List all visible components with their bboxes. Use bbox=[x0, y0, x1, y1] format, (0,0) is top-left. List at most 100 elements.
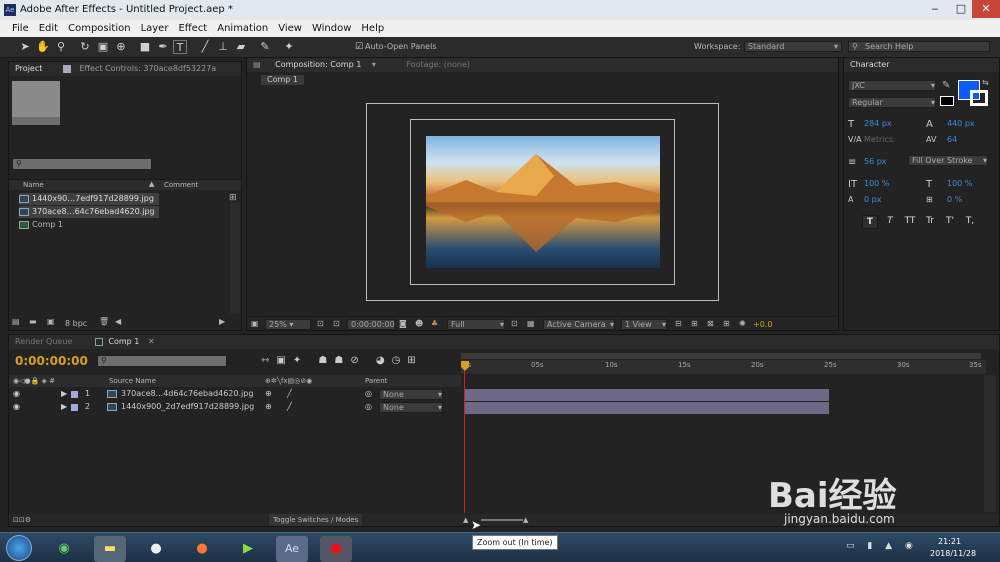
font-family-select[interactable]: JXC ▾ bbox=[848, 80, 936, 91]
exposure-icon[interactable]: ✺ bbox=[739, 319, 746, 328]
project-scrollbar[interactable] bbox=[230, 202, 240, 314]
parent-select[interactable]: None ▾ bbox=[379, 402, 443, 413]
col-comment[interactable]: Comment bbox=[164, 181, 198, 189]
always-preview-icon[interactable]: ▣ bbox=[251, 319, 259, 328]
tab-project[interactable]: Project bbox=[15, 64, 42, 73]
col-name[interactable]: Name bbox=[23, 181, 44, 189]
font-size-value[interactable]: 284 px bbox=[864, 119, 892, 128]
all-caps-button[interactable]: TT bbox=[902, 215, 918, 229]
firefox-icon[interactable]: ● bbox=[186, 536, 218, 562]
roto-brush-tool-icon[interactable]: ✎ bbox=[258, 40, 272, 54]
tab-composition[interactable]: Composition: Comp 1 bbox=[275, 60, 361, 69]
small-caps-button[interactable]: Tr bbox=[922, 215, 938, 229]
menu-help[interactable]: Help bbox=[361, 23, 384, 34]
show-snapshot-icon[interactable]: ☻ bbox=[415, 319, 423, 328]
file-explorer-icon[interactable]: ▬ bbox=[94, 536, 126, 562]
project-item[interactable]: 370ace8…64c76ebad4620.jpg bbox=[19, 206, 159, 218]
recorder-icon[interactable]: ● bbox=[320, 536, 352, 562]
faux-italic-button[interactable]: T bbox=[882, 215, 898, 229]
label-color-swatch[interactable] bbox=[71, 404, 78, 411]
menu-layer[interactable]: Layer bbox=[141, 23, 169, 34]
subscript-button[interactable]: T, bbox=[962, 215, 978, 229]
menu-window[interactable]: Window bbox=[312, 23, 351, 34]
resolution-select[interactable]: Full ▾ bbox=[447, 319, 505, 330]
superscript-button[interactable]: T' bbox=[942, 215, 958, 229]
tab-close-icon[interactable]: ✕ bbox=[148, 337, 155, 346]
stroke-width-value[interactable]: 56 px bbox=[864, 157, 887, 166]
auto-open-checkbox[interactable]: ☑ bbox=[352, 40, 366, 54]
timeline-scrollbar[interactable] bbox=[984, 375, 996, 512]
snapshot-icon[interactable]: ◙ bbox=[399, 319, 407, 328]
clone-tool-icon[interactable]: ⊥ bbox=[216, 40, 230, 54]
clock-date[interactable]: 2018/11/28 bbox=[930, 549, 976, 558]
parent-pickwhip-icon[interactable]: ◎ bbox=[365, 401, 372, 413]
brush-tool-icon[interactable]: ╱ bbox=[198, 40, 212, 54]
vertical-scale-value[interactable]: 100 % bbox=[864, 179, 889, 188]
shape-tool-icon[interactable]: ■ bbox=[138, 40, 152, 54]
parent-select[interactable]: None ▾ bbox=[379, 389, 443, 400]
type-tool-icon[interactable]: T bbox=[173, 40, 187, 54]
timeline-timecode[interactable]: 0:00:00:00 bbox=[15, 354, 88, 368]
black-swatch[interactable] bbox=[940, 96, 954, 106]
eye-icon[interactable]: ◉ bbox=[13, 388, 20, 400]
color-channel-icon[interactable]: ♣ bbox=[431, 319, 438, 328]
flowchart-icon[interactable]: ⊞ bbox=[723, 319, 730, 328]
faux-bold-button[interactable]: T bbox=[862, 215, 878, 229]
comp-menu-chevron-icon[interactable]: ▾ bbox=[372, 60, 376, 69]
new-folder-icon[interactable]: ▬ bbox=[29, 317, 37, 326]
tracking-value[interactable]: 64 bbox=[947, 135, 957, 144]
workspace-select[interactable]: Standard ▾ bbox=[744, 41, 842, 52]
col-parent[interactable]: Parent bbox=[365, 375, 387, 387]
shy-icon[interactable]: ⊕ bbox=[265, 401, 272, 413]
layer-bar[interactable] bbox=[465, 402, 829, 414]
tab-render-queue[interactable]: Render Queue bbox=[15, 337, 72, 346]
lock-icon[interactable]: ▤ bbox=[253, 60, 261, 69]
pan-behind-tool-icon[interactable]: ⊕ bbox=[114, 40, 128, 54]
menu-edit[interactable]: Edit bbox=[39, 23, 58, 34]
after-effects-taskbar-icon[interactable]: Ae bbox=[276, 536, 308, 562]
camera-view-select[interactable]: Active Camera ▾ bbox=[543, 319, 615, 330]
menu-view[interactable]: View bbox=[278, 23, 302, 34]
menu-animation[interactable]: Animation bbox=[217, 23, 268, 34]
zoom-slider[interactable] bbox=[481, 519, 523, 521]
magnification-select[interactable]: 25% ▾ bbox=[265, 319, 311, 330]
toggle-switches-button[interactable]: Toggle Switches / Modes bbox=[269, 514, 363, 526]
stroke-type-select[interactable]: Fill Over Stroke ▾ bbox=[908, 155, 988, 166]
pen-tool-icon[interactable]: ✒ bbox=[156, 40, 170, 54]
table-row[interactable]: ◉ ▶ 1 370ace8...4d64c76ebad4620.jpg ⊕ ╱ … bbox=[9, 388, 461, 400]
maximize-button[interactable]: □ bbox=[948, 0, 974, 18]
menu-file[interactable]: File bbox=[12, 23, 29, 34]
expand-arrow-icon[interactable]: ▶ bbox=[61, 401, 67, 413]
comp-breadcrumb[interactable]: Comp 1 bbox=[261, 75, 304, 85]
new-comp-icon[interactable]: ▣ bbox=[47, 317, 55, 326]
timeline-search-input[interactable]: ⚲ bbox=[97, 355, 227, 367]
eraser-tool-icon[interactable]: ▰ bbox=[234, 40, 248, 54]
tsume-value[interactable]: 0 % bbox=[947, 195, 962, 204]
zoom-tool-icon[interactable]: ⚲ bbox=[54, 40, 68, 54]
layer-bar[interactable] bbox=[465, 389, 829, 401]
exposure-value[interactable]: +0.0 bbox=[753, 320, 772, 329]
tab-footage[interactable]: Footage: (none) bbox=[406, 60, 470, 69]
safe-margins-icon[interactable]: ⊡ bbox=[317, 319, 324, 328]
layer-name[interactable]: 1440x900_2d7edf917d28899.jpg bbox=[121, 401, 254, 413]
quality-icon[interactable]: ╱ bbox=[287, 401, 292, 413]
table-row[interactable]: ◉ ▶ 2 1440x900_2d7edf917d28899.jpg ⊕ ╱ ◎… bbox=[9, 401, 461, 413]
tray-icons[interactable]: ▭ ▮ ▲ ◉ bbox=[846, 541, 918, 551]
puppet-tool-icon[interactable]: ✦ bbox=[282, 40, 296, 54]
selection-tool-icon[interactable]: ➤ bbox=[18, 40, 32, 54]
stroke-color-swatch[interactable] bbox=[970, 90, 988, 106]
zoom-in-icon[interactable]: ▲ bbox=[523, 514, 528, 526]
expand-arrow-icon[interactable]: ▶ bbox=[61, 388, 67, 400]
tab-comp-1[interactable]: Comp 1 bbox=[108, 337, 139, 346]
font-style-select[interactable]: Regular ▾ bbox=[848, 97, 936, 108]
rotate-tool-icon[interactable]: ↻ bbox=[78, 40, 92, 54]
parent-pickwhip-icon[interactable]: ◎ bbox=[365, 388, 372, 400]
current-time-field[interactable]: 0:00:00:00 bbox=[347, 319, 395, 330]
minimize-button[interactable]: ‒ bbox=[922, 0, 948, 18]
project-search-input[interactable]: ⚲ bbox=[12, 158, 152, 170]
timeline-icon[interactable]: ⊠ bbox=[707, 319, 714, 328]
expand-pane-icon[interactable]: ⊡⊡⚙ bbox=[13, 514, 31, 526]
bpc-label[interactable]: 8 bpc bbox=[65, 319, 87, 328]
shy-icon[interactable]: ⊕ bbox=[265, 388, 272, 400]
kerning-value[interactable]: Metrics bbox=[864, 135, 893, 144]
